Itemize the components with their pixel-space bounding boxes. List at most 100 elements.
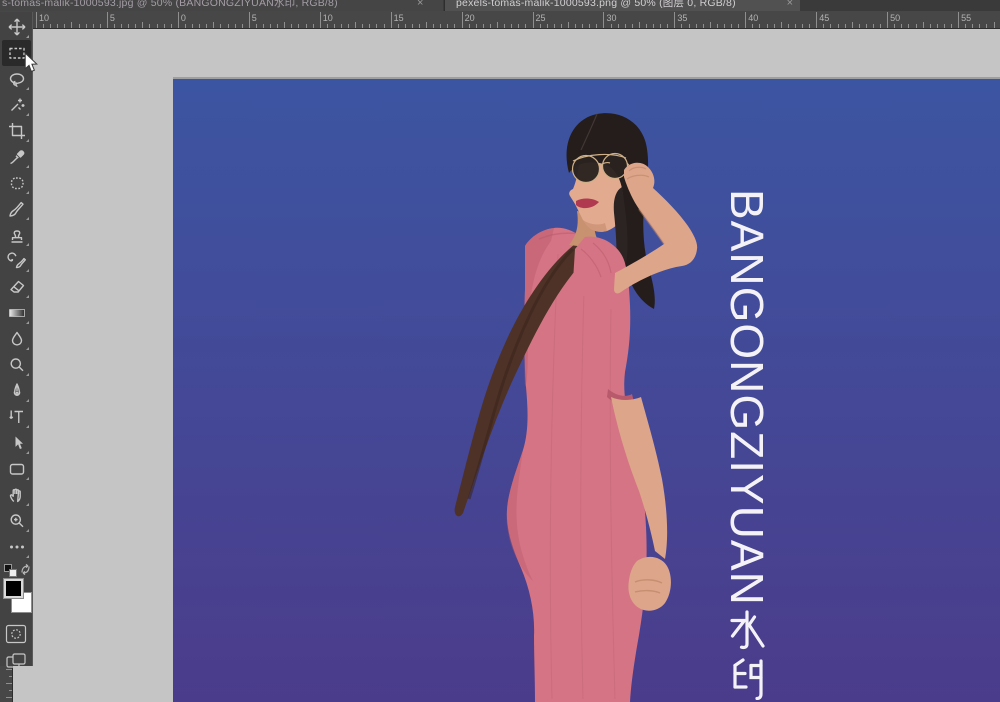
ruler-minor-tick	[376, 24, 377, 28]
pen-tool[interactable]	[2, 378, 31, 404]
ruler-major-tick	[391, 12, 392, 29]
ruler-label: 40	[748, 13, 758, 23]
gradient-tool-icon	[7, 303, 27, 323]
document-tab-png[interactable]: pexels-tomas-malik-1000593.png @ 50% (图层…	[444, 0, 800, 11]
history-brush-tool[interactable]	[2, 248, 31, 274]
horizontal-ruler[interactable]: 1050510152025303540455055	[0, 11, 1000, 29]
quick-selection-tool[interactable]	[2, 92, 31, 118]
ruler-major-tick	[107, 12, 108, 29]
clone-stamp-tool[interactable]	[2, 222, 31, 248]
ruler-minor-tick	[561, 24, 562, 28]
ruler-major-tick	[462, 12, 463, 29]
eyedropper-tool[interactable]	[2, 144, 31, 170]
document-canvas[interactable]: BANGONGZIYUAN	[173, 79, 1000, 702]
ruler-minor-tick	[121, 24, 122, 28]
document-tab-jpg[interactable]: s-tomas-malik-1000593.jpg @ 50% (BANGONG…	[0, 0, 443, 11]
ruler-minor-tick	[64, 24, 65, 28]
ruler-minor-tick	[653, 24, 654, 28]
ruler-minor-tick	[149, 24, 150, 28]
close-icon[interactable]: ×	[787, 0, 793, 9]
spot-healing-brush-tool[interactable]	[2, 170, 31, 196]
rectangle-tool-icon	[7, 459, 27, 479]
document-tab-title: s-tomas-malik-1000593.jpg @ 50% (BANGONG…	[2, 0, 338, 10]
ruler-minor-tick	[9, 690, 13, 691]
ruler-label: 25	[536, 13, 546, 23]
eraser-tool[interactable]	[2, 274, 31, 300]
ruler-minor-tick	[298, 24, 299, 28]
rectangle-tool[interactable]	[2, 456, 31, 482]
ruler-minor-tick	[362, 24, 363, 28]
ruler-minor-tick	[419, 24, 420, 28]
ruler-minor-tick	[923, 22, 924, 28]
ruler-minor-tick	[6, 697, 13, 698]
quick-mask-button[interactable]	[5, 624, 27, 644]
ruler-minor-tick	[384, 24, 385, 28]
ruler-minor-tick	[873, 24, 874, 28]
ruler-minor-tick	[164, 24, 165, 28]
ruler-minor-tick	[50, 24, 51, 28]
screen-mode-button[interactable]	[5, 651, 27, 671]
ruler-minor-tick	[235, 24, 236, 28]
ruler-minor-tick	[845, 24, 846, 28]
ruler-minor-tick	[128, 24, 129, 28]
brush-tool[interactable]	[2, 196, 31, 222]
move-tool-icon	[7, 17, 27, 37]
ruler-minor-tick	[937, 24, 938, 28]
ruler-minor-tick	[852, 22, 853, 28]
ruler-minor-tick	[185, 24, 186, 28]
ruler-minor-tick	[426, 22, 427, 28]
ruler-major-tick	[958, 12, 959, 29]
ruler-minor-tick	[908, 24, 909, 28]
ruler-minor-tick	[916, 24, 917, 28]
ruler-minor-tick	[213, 22, 214, 28]
ruler-minor-tick	[660, 24, 661, 28]
ruler-minor-tick	[454, 24, 455, 28]
history-brush-tool-icon	[7, 251, 27, 271]
ruler-minor-tick	[355, 22, 356, 28]
ruler-major-tick	[674, 12, 675, 29]
ruler-minor-tick	[930, 24, 931, 28]
ruler-minor-tick	[625, 24, 626, 28]
hand-tool[interactable]	[2, 482, 31, 508]
swap-colors-icon[interactable]	[19, 563, 32, 576]
dodge-tool-icon	[7, 355, 27, 375]
ruler-minor-tick	[242, 24, 243, 28]
path-selection-tool[interactable]	[2, 430, 31, 456]
ruler-label: 50	[890, 13, 900, 23]
ruler-minor-tick	[100, 24, 101, 28]
document-tab-bar: s-tomas-malik-1000593.jpg @ 50% (BANGONG…	[0, 0, 1000, 11]
photo-woman-pink-dress	[173, 79, 1000, 702]
move-tool[interactable]	[2, 14, 31, 40]
crop-tool[interactable]	[2, 118, 31, 144]
close-icon[interactable]: ×	[417, 0, 423, 9]
ruler-minor-tick	[972, 24, 973, 28]
ruler-minor-tick	[71, 22, 72, 28]
hand-tool-icon	[7, 485, 27, 505]
pen-tool-icon	[7, 381, 27, 401]
ruler-minor-tick	[9, 676, 13, 677]
ruler-label: 15	[394, 13, 404, 23]
blur-tool[interactable]	[2, 326, 31, 352]
ruler-minor-tick	[171, 24, 172, 28]
ruler-major-tick	[320, 12, 321, 29]
vertical-ruler[interactable]	[0, 666, 13, 702]
blur-tool-icon	[7, 329, 27, 349]
ruler-label: 30	[606, 13, 616, 23]
ruler-minor-tick	[447, 24, 448, 28]
dodge-tool[interactable]	[2, 352, 31, 378]
vertical-type-tool[interactable]	[2, 404, 31, 430]
ruler-minor-tick	[979, 24, 980, 28]
gradient-tool[interactable]	[2, 300, 31, 326]
ruler-minor-tick	[596, 24, 597, 28]
ruler-minor-tick	[802, 24, 803, 28]
default-colors-button[interactable]	[4, 564, 18, 577]
ruler-minor-tick	[440, 24, 441, 28]
zoom-tool[interactable]	[2, 508, 31, 534]
foreground-color-swatch[interactable]	[3, 578, 24, 599]
edit-toolbar[interactable]	[2, 534, 31, 560]
brush-tool-icon	[7, 199, 27, 219]
ruler-minor-tick	[901, 24, 902, 28]
ruler-major-tick	[745, 12, 746, 29]
ruler-minor-tick	[894, 24, 895, 28]
ruler-minor-tick	[944, 24, 945, 28]
